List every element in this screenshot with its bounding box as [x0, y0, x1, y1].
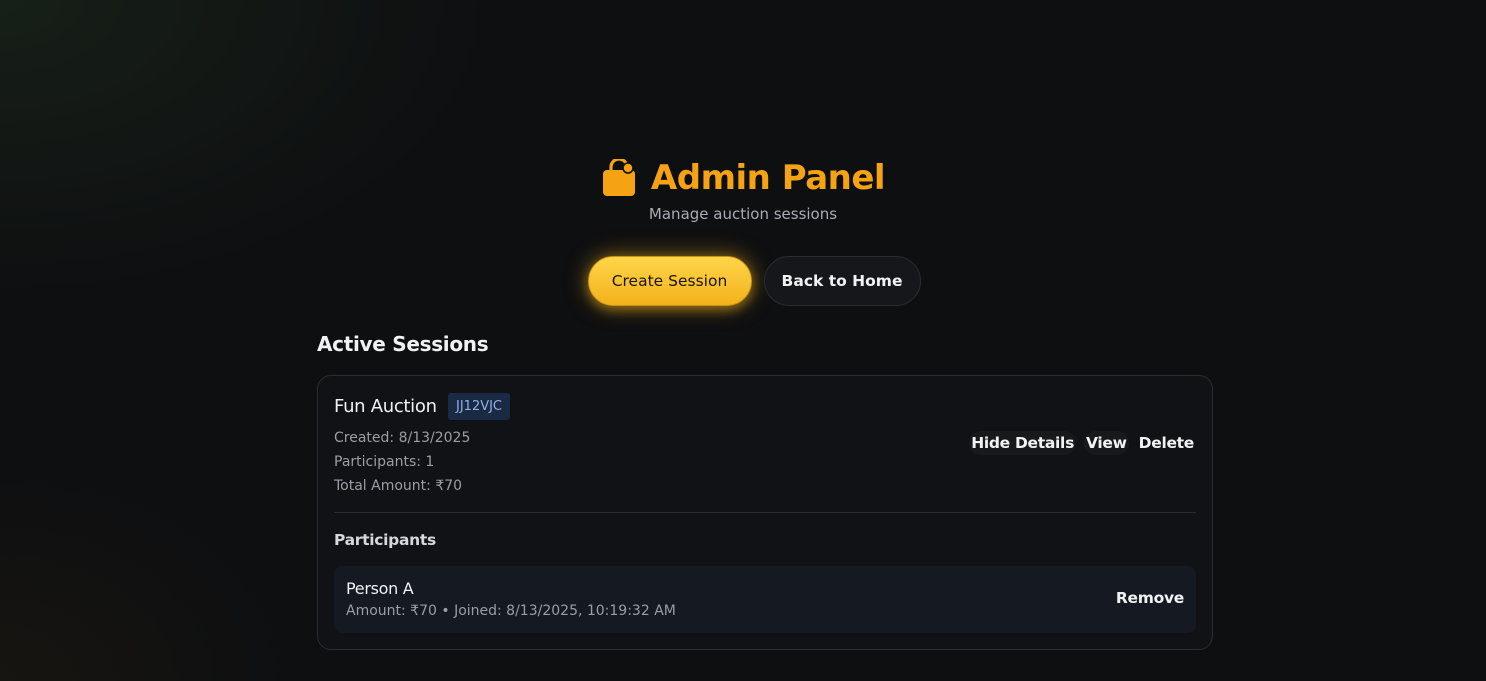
view-button[interactable]: View [1084, 431, 1129, 455]
title-row: Admin Panel [0, 158, 1486, 198]
session-actions: Hide Details View Delete [969, 431, 1196, 455]
delete-button[interactable]: Delete [1137, 431, 1196, 455]
participant-row: Person A Amount: ₹70 • Joined: 8/13/2025… [334, 566, 1196, 633]
header: Admin Panel Manage auction sessions [0, 158, 1486, 223]
remove-participant-button[interactable]: Remove [1116, 589, 1184, 607]
participant-name: Person A [346, 579, 414, 598]
divider [334, 512, 1196, 513]
participant-details: Amount: ₹70 • Joined: 8/13/2025, 10:19:3… [346, 603, 676, 619]
page-title: Admin Panel [650, 158, 886, 198]
participants-heading: Participants [334, 531, 436, 549]
session-created: Created: 8/13/2025 [334, 430, 471, 446]
session-participants-count: Participants: 1 [334, 454, 435, 470]
page-subtitle: Manage auction sessions [648, 205, 838, 223]
back-to-home-button[interactable]: Back to Home [763, 256, 921, 306]
action-buttons: Create Session Back to Home [0, 256, 1486, 306]
hide-details-button[interactable]: Hide Details [969, 431, 1076, 455]
session-total-amount: Total Amount: ₹70 [334, 478, 463, 494]
session-card: Fun Auction JJ12VJC Created: 8/13/2025 P… [317, 375, 1213, 650]
create-session-button[interactable]: Create Session [587, 256, 752, 306]
session-code-badge: JJ12VJC [448, 393, 511, 420]
active-sessions-heading: Active Sessions [317, 332, 489, 356]
shopping-bag-icon [602, 159, 635, 196]
session-name: Fun Auction [334, 396, 437, 417]
